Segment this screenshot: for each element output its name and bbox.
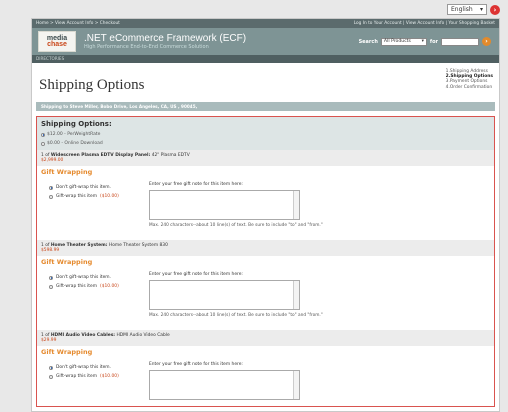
gift-wrap-option[interactable]: Gift-wrap this item ($10.00) — [49, 282, 119, 291]
shipping-option-1[interactable]: $12.00 - PerWeightRate — [41, 130, 490, 139]
no-gift-wrap-label: Don't gift-wrap this item. — [56, 185, 111, 190]
shipping-options: Shipping Options: $12.00 - PerWeightRate… — [37, 117, 494, 150]
shipping-options-heading: Shipping Options: — [41, 120, 112, 128]
language-select[interactable]: English ▾ — [447, 4, 487, 15]
item-desc: HDMI Audio Video Cable — [116, 333, 170, 338]
gift-wrap-option[interactable]: Gift-wrap this item ($10.00) — [49, 192, 119, 201]
search-category-value: All Products — [383, 39, 411, 44]
cart-item: 1 of Widescreen Plasma EDTV Display Pane… — [37, 150, 494, 166]
site-subtitle: High Performance End-to-End Commerce Sol… — [84, 44, 209, 50]
radio-selected-icon[interactable] — [41, 132, 45, 137]
checkout-steps: 1.Shipping Address 2.Shipping Options 3.… — [446, 69, 493, 90]
gift-wrap-price: ($10.00) — [100, 284, 119, 289]
search-go-icon[interactable]: › — [482, 37, 491, 46]
no-gift-wrap-label: Don't gift-wrap this item. — [56, 275, 111, 280]
site-titles: .NET eCommerce Framework (ECF) High Perf… — [84, 33, 246, 50]
shipping-option-2[interactable]: $0.00 - Online Download — [41, 139, 490, 148]
radio-icon[interactable] — [49, 284, 53, 289]
radio-selected-icon[interactable] — [49, 185, 53, 190]
gift-wrap-price: ($10.00) — [100, 374, 119, 379]
radio-selected-icon[interactable] — [49, 365, 53, 370]
site-title: .NET eCommerce Framework (ECF) — [84, 33, 247, 44]
no-gift-wrap-option[interactable]: Don't gift-wrap this item. — [49, 363, 119, 372]
gift-note-hint: Max. 240 characters--about 10 line(s) of… — [149, 313, 323, 318]
ship-to-bar: Shipping to Steve Miller, Bobo Drive, Lo… — [36, 102, 495, 111]
item-name[interactable]: Widescreen Plasma EDTV Display Panel: — [51, 153, 150, 158]
gift-note-area: Enter your free gift note for this item … — [149, 272, 323, 318]
chevron-down-icon: ▾ — [421, 39, 424, 44]
radio-selected-icon[interactable] — [49, 275, 53, 280]
search-category-select[interactable]: All Products ▾ — [380, 37, 427, 46]
no-gift-wrap-label: Don't gift-wrap this item. — [56, 365, 111, 370]
breadcrumb[interactable]: Home > View Account Info > Checkout — [36, 21, 120, 26]
item-price: $2,999.00 — [41, 158, 64, 163]
gift-wrap-label: Gift-wrap this item — [56, 284, 97, 289]
page-title: Shipping Options — [39, 77, 145, 93]
radio-icon[interactable] — [49, 194, 53, 199]
item-price: $598.99 — [41, 248, 60, 253]
item-name[interactable]: Home Theater System: — [51, 243, 108, 248]
gift-note-area: Enter your free gift note for this item … — [149, 362, 300, 400]
radio-icon[interactable] — [49, 374, 53, 379]
item-name[interactable]: HDMI Audio Video Cables: — [51, 333, 115, 338]
gift-note-textarea[interactable] — [149, 280, 300, 310]
search-label: Search — [358, 38, 378, 45]
gift-note-label: Enter your free gift note for this item … — [149, 362, 243, 367]
gift-wrapping-title: Gift Wrapping — [41, 258, 93, 266]
gift-note-hint: Max. 240 characters--about 10 line(s) of… — [149, 223, 323, 228]
gift-note-textarea[interactable] — [149, 370, 300, 400]
language-selected: English — [451, 6, 473, 13]
gift-wrap-options: Don't gift-wrap this item. Gift-wrap thi… — [49, 183, 119, 201]
gift-wrap-options: Don't gift-wrap this item. Gift-wrap thi… — [49, 273, 119, 291]
scrollbar[interactable] — [293, 281, 299, 309]
logo-text-2: chase — [47, 40, 67, 48]
gift-note-area: Enter your free gift note for this item … — [149, 182, 323, 228]
gift-wrapping-section: Gift Wrapping Don't gift-wrap this item.… — [37, 166, 494, 240]
shipping-option-label: $0.00 - Online Download — [47, 141, 103, 146]
no-gift-wrap-option[interactable]: Don't gift-wrap this item. — [49, 273, 119, 282]
logo[interactable]: media chase — [38, 31, 76, 52]
gift-wrap-price: ($10.00) — [100, 194, 119, 199]
gift-wrap-label: Gift-wrap this item — [56, 194, 97, 199]
header: media chase .NET eCommerce Framework (EC… — [32, 28, 499, 55]
item-desc: Home Theater System 830 — [108, 243, 168, 248]
gift-wrapping-title: Gift Wrapping — [41, 348, 93, 356]
gift-wrap-option[interactable]: Gift-wrap this item ($10.00) — [49, 372, 119, 381]
chevron-down-icon: ▾ — [479, 6, 483, 13]
directories-bar[interactable]: DIRECTORIES — [32, 55, 499, 63]
language-go-icon[interactable]: › — [490, 4, 500, 15]
top-nav: Home > View Account Info > Checkout Log … — [32, 19, 499, 28]
gift-wrap-options: Don't gift-wrap this item. Gift-wrap thi… — [49, 363, 119, 381]
item-desc: 42" Plasma EDTV — [151, 153, 190, 158]
gift-note-textarea[interactable] — [149, 190, 300, 220]
no-gift-wrap-option[interactable]: Don't gift-wrap this item. — [49, 183, 119, 192]
gift-wrapping-title: Gift Wrapping — [41, 168, 93, 176]
gift-wrapping-section: Gift Wrapping Don't gift-wrap this item.… — [37, 346, 494, 411]
scrollbar[interactable] — [293, 191, 299, 219]
cart-item: 1 of Home Theater System: Home Theater S… — [37, 240, 494, 256]
scrollbar[interactable] — [293, 371, 299, 399]
page: Home > View Account Info > Checkout Log … — [31, 18, 500, 412]
gift-wrapping-section: Gift Wrapping Don't gift-wrap this item.… — [37, 256, 494, 330]
radio-icon[interactable] — [41, 141, 45, 146]
for-label: for — [429, 38, 438, 45]
gift-note-label: Enter your free gift note for this item … — [149, 182, 243, 187]
shipping-option-label: $12.00 - PerWeightRate — [47, 132, 101, 137]
search-box: Search All Products ▾ for › — [359, 37, 491, 46]
cart-item: 1 of HDMI Audio Video Cables: HDMI Audio… — [37, 330, 494, 346]
step-3: 3.Payment Options — [445, 79, 488, 85]
language-bar: English ▾ › — [447, 4, 500, 15]
account-links[interactable]: Log In to Your Account | View Account In… — [354, 21, 495, 26]
gift-wrap-label: Gift-wrap this item — [56, 374, 97, 379]
step-4: 4.Order Confirmation — [445, 84, 493, 90]
shipping-options-panel: Shipping Options: $12.00 - PerWeightRate… — [36, 116, 495, 407]
search-input[interactable] — [441, 37, 479, 46]
item-price: $29.99 — [41, 338, 57, 343]
gift-note-label: Enter your free gift note for this item … — [149, 272, 243, 277]
